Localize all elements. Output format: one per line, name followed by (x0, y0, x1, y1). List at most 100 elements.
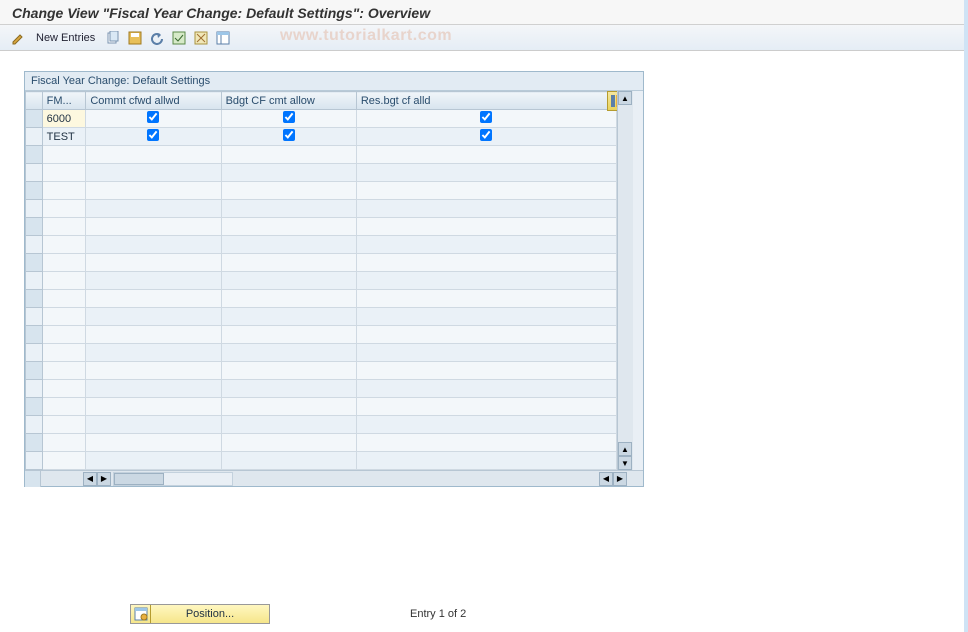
table-row[interactable] (26, 398, 617, 416)
bdgt-cell[interactable] (221, 272, 356, 290)
res-cell[interactable] (356, 380, 616, 398)
row-selector[interactable] (26, 236, 43, 254)
row-selector[interactable] (26, 344, 43, 362)
table-row[interactable] (26, 200, 617, 218)
table-row[interactable] (26, 380, 617, 398)
bdgt-cell[interactable] (221, 452, 356, 470)
fm-cell[interactable] (42, 362, 86, 380)
bdgt-cell[interactable] (221, 110, 356, 128)
horizontal-scrollbar[interactable]: ◀ ▶ ◀ ▶ (25, 470, 643, 486)
fm-cell[interactable] (42, 254, 86, 272)
table-row[interactable] (26, 344, 617, 362)
res-cell[interactable] (356, 344, 616, 362)
row-selector[interactable] (26, 128, 43, 146)
table-row[interactable] (26, 146, 617, 164)
commit-cell[interactable] (86, 218, 221, 236)
fm-cell[interactable] (42, 326, 86, 344)
column-res[interactable]: Res.bgt cf alld (356, 92, 616, 110)
fm-cell[interactable] (42, 182, 86, 200)
bdgt-checkbox[interactable] (283, 111, 295, 123)
bdgt-cell[interactable] (221, 344, 356, 362)
row-selector[interactable] (26, 182, 43, 200)
fm-cell[interactable] (42, 290, 86, 308)
fm-cell[interactable] (42, 236, 86, 254)
fm-cell[interactable] (42, 452, 86, 470)
table-row[interactable] (26, 308, 617, 326)
scroll-up-icon[interactable]: ▲ (618, 91, 632, 105)
table-row[interactable] (26, 326, 617, 344)
commit-cell[interactable] (86, 182, 221, 200)
hscroll-right2-icon[interactable]: ▶ (613, 472, 627, 486)
bdgt-cell[interactable] (221, 218, 356, 236)
res-cell[interactable] (356, 146, 616, 164)
hscroll-left-icon[interactable]: ◀ (83, 472, 97, 486)
row-selector[interactable] (26, 164, 43, 182)
fm-cell[interactable] (42, 218, 86, 236)
scroll-up2-icon[interactable]: ▲ (618, 442, 632, 456)
column-fm[interactable]: FM... (42, 92, 86, 110)
bdgt-cell[interactable] (221, 290, 356, 308)
res-cell[interactable] (356, 452, 616, 470)
commit-cell[interactable] (86, 128, 221, 146)
hscroll-right-icon[interactable]: ▶ (97, 472, 111, 486)
fm-cell[interactable] (42, 272, 86, 290)
res-cell[interactable] (356, 398, 616, 416)
column-selector[interactable] (26, 92, 43, 110)
table-row[interactable] (26, 362, 617, 380)
res-cell[interactable] (356, 326, 616, 344)
res-checkbox[interactable] (480, 111, 492, 123)
res-checkbox[interactable] (480, 129, 492, 141)
commit-cell[interactable] (86, 254, 221, 272)
table-row[interactable] (26, 272, 617, 290)
table-row[interactable] (26, 236, 617, 254)
commit-cell[interactable] (86, 380, 221, 398)
row-selector[interactable] (26, 110, 43, 128)
bdgt-cell[interactable] (221, 416, 356, 434)
bdgt-cell[interactable] (221, 182, 356, 200)
bdgt-cell[interactable] (221, 362, 356, 380)
row-selector[interactable] (26, 452, 43, 470)
table-row[interactable] (26, 416, 617, 434)
row-selector[interactable] (26, 434, 43, 452)
row-selector[interactable] (26, 218, 43, 236)
select-all-icon[interactable] (169, 29, 189, 47)
column-commit[interactable]: Commt cfwd allwd (86, 92, 221, 110)
hscroll-thumb[interactable] (114, 473, 164, 485)
table-row[interactable]: TEST (26, 128, 617, 146)
pencil-icon[interactable] (8, 29, 28, 47)
table-row[interactable]: 6000 (26, 110, 617, 128)
save-icon[interactable] (125, 29, 145, 47)
table-row[interactable] (26, 182, 617, 200)
row-selector[interactable] (26, 308, 43, 326)
commit-cell[interactable] (86, 110, 221, 128)
res-cell[interactable] (356, 290, 616, 308)
table-row[interactable] (26, 254, 617, 272)
commit-cell[interactable] (86, 326, 221, 344)
bdgt-cell[interactable] (221, 200, 356, 218)
commit-cell[interactable] (86, 308, 221, 326)
row-selector[interactable] (26, 290, 43, 308)
res-cell[interactable] (356, 182, 616, 200)
fm-cell[interactable]: 6000 (42, 110, 86, 128)
commit-cell[interactable] (86, 236, 221, 254)
fm-cell[interactable] (42, 344, 86, 362)
fm-cell[interactable]: TEST (42, 128, 86, 146)
res-cell[interactable] (356, 110, 616, 128)
vertical-scrollbar[interactable]: ▲ ▲ ▼ (617, 91, 633, 470)
bdgt-cell[interactable] (221, 326, 356, 344)
layout-icon[interactable] (213, 29, 233, 47)
deselect-all-icon[interactable] (191, 29, 211, 47)
commit-cell[interactable] (86, 344, 221, 362)
column-bdgt[interactable]: Bdgt CF cmt allow (221, 92, 356, 110)
row-selector[interactable] (26, 272, 43, 290)
fm-cell[interactable] (42, 146, 86, 164)
commit-cell[interactable] (86, 452, 221, 470)
new-entries-button[interactable]: New Entries (30, 29, 101, 47)
commit-cell[interactable] (86, 290, 221, 308)
commit-cell[interactable] (86, 146, 221, 164)
bdgt-checkbox[interactable] (283, 129, 295, 141)
res-cell[interactable] (356, 218, 616, 236)
commit-cell[interactable] (86, 272, 221, 290)
row-selector[interactable] (26, 254, 43, 272)
row-selector[interactable] (26, 380, 43, 398)
